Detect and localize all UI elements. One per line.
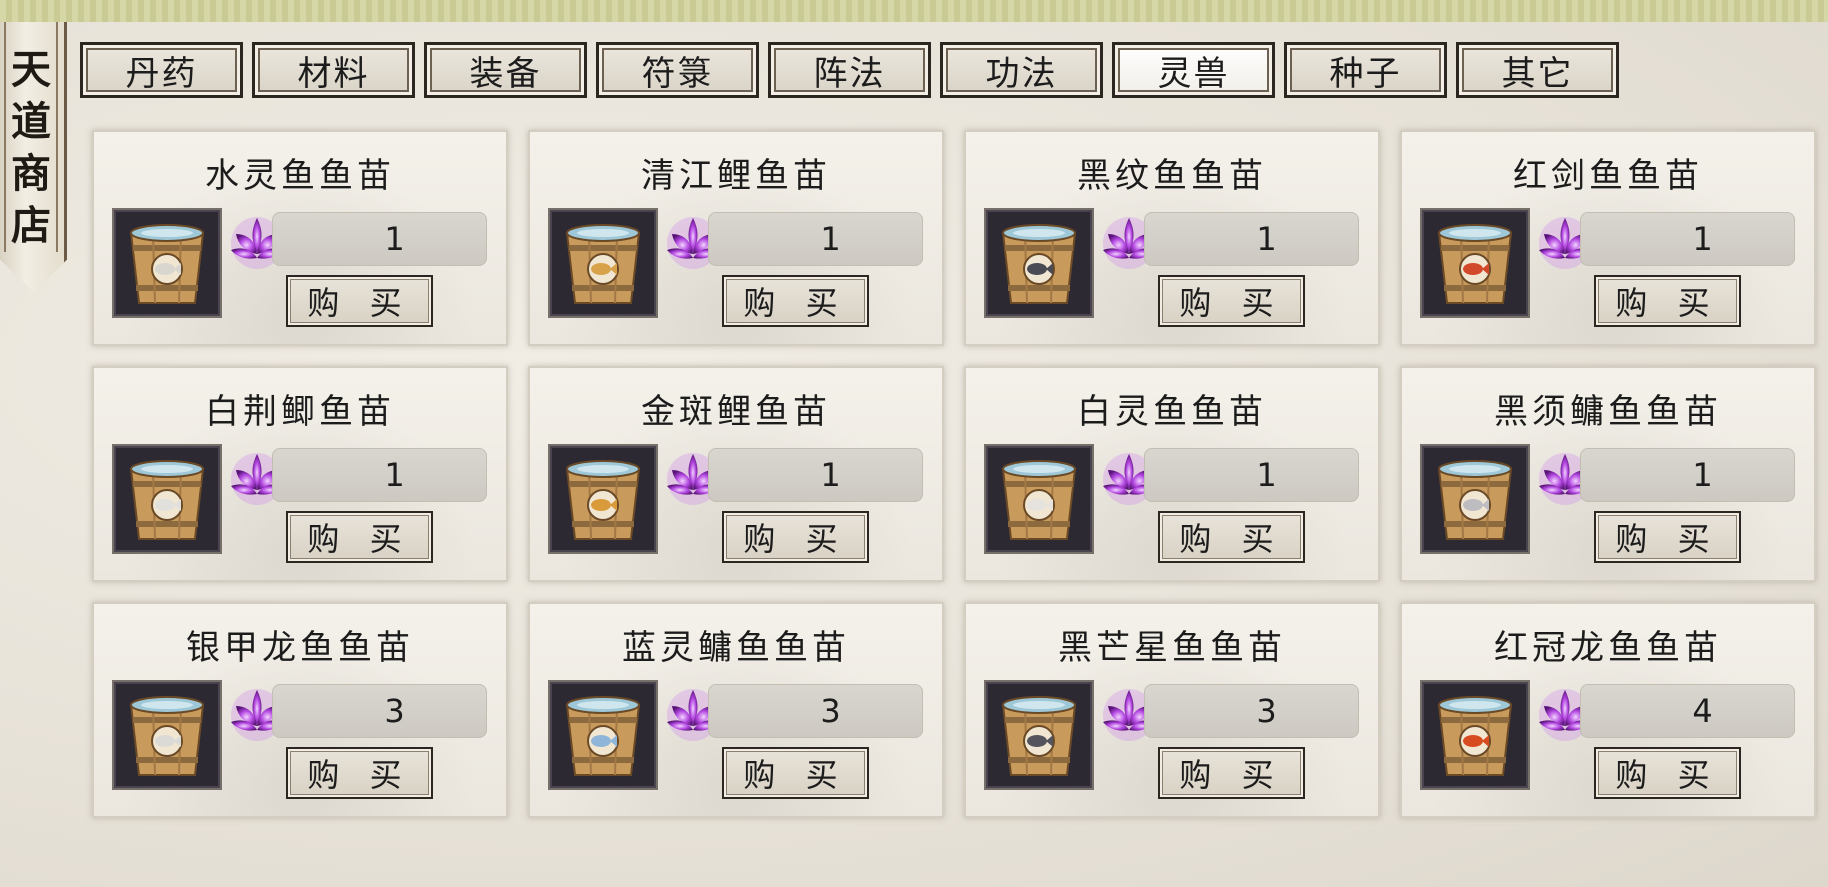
fish-bucket-icon [129,696,205,776]
buy-button[interactable]: 购 买 [1158,511,1305,563]
item-icon-slot[interactable] [112,208,222,318]
shop-item-card: 红剑鱼鱼苗 1 购 买 [1400,130,1816,346]
item-name: 红冠龙鱼鱼苗 [1494,628,1722,668]
item-name: 白灵鱼鱼苗 [1077,392,1267,432]
item-icon-slot[interactable] [112,680,222,790]
price-field: 3 [272,684,487,738]
shop-title: 天道商店 [11,46,51,249]
item-icon-slot[interactable] [548,680,658,790]
item-name: 金斑鲤鱼苗 [641,392,831,432]
shop-item-card: 白灵鱼鱼苗 1 购 买 [964,366,1380,582]
price-field: 1 [1144,448,1359,502]
item-name: 红剑鱼鱼苗 [1513,156,1703,196]
item-name: 清江鲤鱼苗 [641,156,831,196]
fish-bucket-icon [565,460,641,540]
price-field: 3 [1144,684,1359,738]
tab-zhong-zi[interactable]: 种子 [1284,42,1447,98]
buy-button[interactable]: 购 买 [1594,511,1741,563]
shop-title-banner: 天道商店 [0,22,67,292]
tab-gong-fa[interactable]: 功法 [940,42,1103,98]
fish-bucket-icon [1001,224,1077,304]
price-field: 4 [1580,684,1795,738]
item-icon-slot[interactable] [1420,680,1530,790]
fish-bucket-icon [565,224,641,304]
item-grid: 水灵鱼鱼苗 1 购 买 清江鲤鱼苗 1 购 买 黑纹鱼鱼苗 1 购 买 红剑鱼鱼… [92,130,1816,818]
fish-bucket-icon [1001,460,1077,540]
item-icon-slot[interactable] [984,444,1094,554]
buy-button[interactable]: 购 买 [722,747,869,799]
buy-button[interactable]: 购 买 [1594,747,1741,799]
item-icon-slot[interactable] [112,444,222,554]
shop-item-card: 红冠龙鱼鱼苗 4 购 买 [1400,602,1816,818]
buy-button[interactable]: 购 买 [1594,275,1741,327]
fish-bucket-icon [1001,696,1077,776]
tab-zhuang-bei[interactable]: 装备 [424,42,587,98]
shop-item-card: 蓝灵鳙鱼鱼苗 3 购 买 [528,602,944,818]
shop-item-card: 金斑鲤鱼苗 1 购 买 [528,366,944,582]
item-name: 白荆鲫鱼苗 [205,392,395,432]
price-field: 1 [1144,212,1359,266]
item-icon-slot[interactable] [548,444,658,554]
buy-button[interactable]: 购 买 [286,747,433,799]
price-field: 3 [708,684,923,738]
price-field: 1 [1580,448,1795,502]
item-name: 黑须鳙鱼鱼苗 [1494,392,1722,432]
item-icon-slot[interactable] [1420,444,1530,554]
shop-item-card: 黑纹鱼鱼苗 1 购 买 [964,130,1380,346]
item-name: 蓝灵鳙鱼鱼苗 [622,628,850,668]
fish-bucket-icon [1437,460,1513,540]
price-field: 1 [708,212,923,266]
price-field: 1 [1580,212,1795,266]
fish-bucket-icon [129,224,205,304]
fish-bucket-icon [1437,224,1513,304]
buy-button[interactable]: 购 买 [722,275,869,327]
shop-item-card: 白荆鲫鱼苗 1 购 买 [92,366,508,582]
item-name: 黑纹鱼鱼苗 [1077,156,1267,196]
item-icon-slot[interactable] [1420,208,1530,318]
tab-qi-ta[interactable]: 其它 [1456,42,1619,98]
shop-item-card: 黑须鳙鱼鱼苗 1 购 买 [1400,366,1816,582]
buy-button[interactable]: 购 买 [1158,747,1305,799]
price-field: 1 [272,212,487,266]
fish-bucket-icon [565,696,641,776]
fish-bucket-icon [129,460,205,540]
shop-item-card: 黑芒星鱼鱼苗 3 购 买 [964,602,1380,818]
buy-button[interactable]: 购 买 [1158,275,1305,327]
fish-bucket-icon [1437,696,1513,776]
shop-item-card: 银甲龙鱼鱼苗 3 购 买 [92,602,508,818]
item-icon-slot[interactable] [984,680,1094,790]
item-icon-slot[interactable] [548,208,658,318]
buy-button[interactable]: 购 买 [722,511,869,563]
item-name: 黑芒星鱼鱼苗 [1058,628,1286,668]
price-field: 1 [272,448,487,502]
buy-button[interactable]: 购 买 [286,511,433,563]
tab-dan-yao[interactable]: 丹药 [80,42,243,98]
item-name: 银甲龙鱼鱼苗 [186,628,414,668]
shop-item-card: 水灵鱼鱼苗 1 购 买 [92,130,508,346]
tab-zhen-fa[interactable]: 阵法 [768,42,931,98]
shop-item-card: 清江鲤鱼苗 1 购 买 [528,130,944,346]
price-field: 1 [708,448,923,502]
item-name: 水灵鱼鱼苗 [205,156,395,196]
tab-fu-lu[interactable]: 符箓 [596,42,759,98]
category-tabs: 丹药 材料 装备 符箓 阵法 功法 灵兽 种子 其它 [80,42,1619,98]
buy-button[interactable]: 购 买 [286,275,433,327]
tab-cai-liao[interactable]: 材料 [252,42,415,98]
item-icon-slot[interactable] [984,208,1094,318]
tab-ling-shou[interactable]: 灵兽 [1112,42,1275,98]
